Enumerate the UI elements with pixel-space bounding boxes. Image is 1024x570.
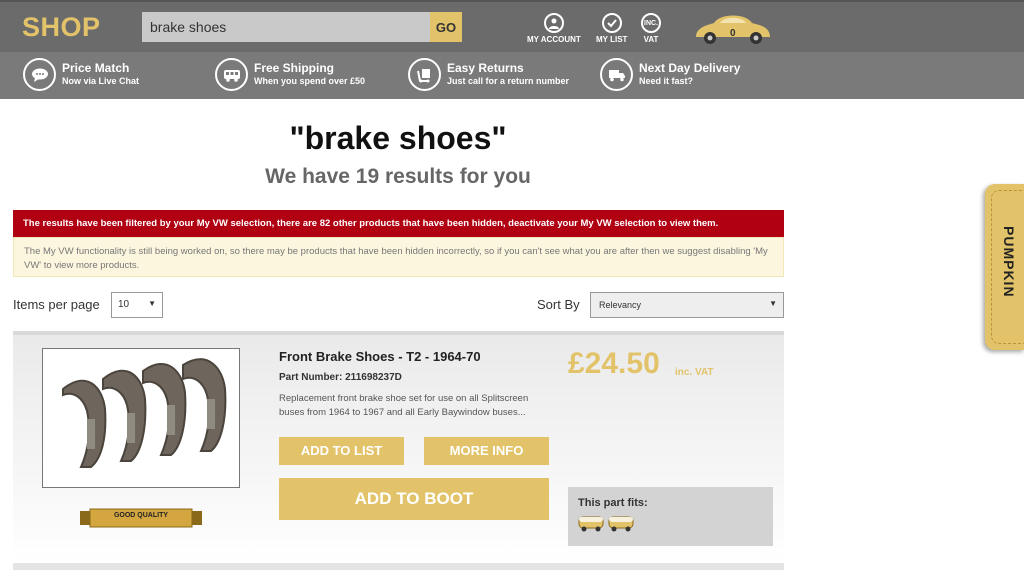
my-list-link[interactable]: MY LIST xyxy=(596,13,627,44)
benefit-subtitle: Need it fast? xyxy=(639,76,694,86)
next-card-edge xyxy=(13,563,784,570)
benefit-free-shipping[interactable]: Free Shipping When you spend over £50 xyxy=(215,58,365,91)
benefit-title: Easy Returns xyxy=(447,61,524,75)
my-account-link[interactable]: MY ACCOUNT xyxy=(527,13,581,44)
vat-toggle[interactable]: INC. VAT xyxy=(641,13,661,44)
more-info-button[interactable]: MORE INFO xyxy=(424,437,549,465)
shop-logo[interactable]: SHOP xyxy=(22,12,101,43)
search-query-title: "brake shoes" xyxy=(289,120,507,156)
pumpkin-side-tab[interactable]: PUMPKIN xyxy=(985,184,1024,350)
top-header: SHOP GO MY ACCOUNT MY LIST INC. VAT 0 xyxy=(0,0,1024,52)
product-name[interactable]: Front Brake Shoes - T2 - 1964-70 xyxy=(279,349,481,364)
product-description: Replacement front brake shoe set for use… xyxy=(279,393,529,418)
results-count: We have 19 results for you xyxy=(265,165,531,188)
filter-alert: The results have been filtered by your M… xyxy=(13,210,784,237)
van-icon xyxy=(215,58,248,91)
myvw-notice: The My VW functionality is still being w… xyxy=(13,237,784,277)
truck-icon xyxy=(600,58,633,91)
benefit-subtitle: When you spend over £50 xyxy=(254,76,366,86)
baywindow-bus-icon[interactable] xyxy=(608,515,634,533)
vat-label: VAT xyxy=(643,35,659,44)
brake-shoes-image xyxy=(62,358,227,468)
returns-icon xyxy=(408,58,441,91)
items-per-page-value: 10 xyxy=(118,299,130,310)
benefit-subtitle: Now via Live Chat xyxy=(62,76,140,86)
add-to-list-button[interactable]: ADD TO LIST xyxy=(279,437,404,465)
chevron-down-icon: ▼ xyxy=(148,299,156,308)
part-fits-box: This part fits: xyxy=(568,487,773,546)
product-image[interactable] xyxy=(42,348,240,488)
items-per-page-select[interactable]: 10 ▼ xyxy=(111,292,163,318)
checkmark-icon xyxy=(601,13,622,33)
fits-label: This part fits: xyxy=(578,497,648,509)
benefit-title: Price Match xyxy=(62,61,130,75)
quality-badge-label: GOOD QUALITY xyxy=(113,512,169,519)
benefit-easy-returns[interactable]: Easy Returns Just call for a return numb… xyxy=(408,58,569,91)
benefit-title: Next Day Delivery xyxy=(639,61,741,75)
search-go-button[interactable]: GO xyxy=(430,12,462,42)
quality-badge: GOOD QUALITY xyxy=(80,507,202,529)
user-icon xyxy=(543,13,564,33)
vat-icon: INC. xyxy=(641,13,661,33)
items-per-page-label: Items per page xyxy=(13,297,100,312)
benefit-next-day-delivery[interactable]: Next Day Delivery Need it fast? xyxy=(600,58,740,91)
chat-icon xyxy=(23,58,56,91)
benefit-title: Free Shipping xyxy=(254,61,335,75)
sort-by-select[interactable]: Relevancy ▼ xyxy=(590,292,784,318)
vat-note: inc. VAT xyxy=(675,367,714,378)
product-card: GOOD QUALITY Front Brake Shoes - T2 - 19… xyxy=(13,331,784,563)
beetle-car-icon: 0 xyxy=(696,15,770,44)
chevron-down-icon: ▼ xyxy=(769,299,777,308)
part-number: Part Number: 211698237D xyxy=(279,372,402,383)
basket-count: 0 xyxy=(730,28,736,39)
sort-by-label: Sort By xyxy=(537,297,580,312)
side-tab-label: PUMPKIN xyxy=(1001,226,1017,298)
benefit-price-match[interactable]: Price Match Now via Live Chat xyxy=(23,58,139,91)
product-price: £24.50 xyxy=(568,347,660,380)
benefits-bar: Price Match Now via Live Chat Free Shipp… xyxy=(0,52,1024,99)
add-to-boot-button[interactable]: ADD TO BOOT xyxy=(279,478,549,520)
splitscreen-bus-icon[interactable] xyxy=(578,515,604,533)
my-list-label: MY LIST xyxy=(596,35,628,44)
my-account-label: MY ACCOUNT xyxy=(527,35,581,44)
sort-by-value: Relevancy xyxy=(599,300,642,310)
benefit-subtitle: Just call for a return number xyxy=(447,76,570,86)
basket-button[interactable]: 0 xyxy=(690,11,776,47)
search-input[interactable] xyxy=(142,12,430,42)
